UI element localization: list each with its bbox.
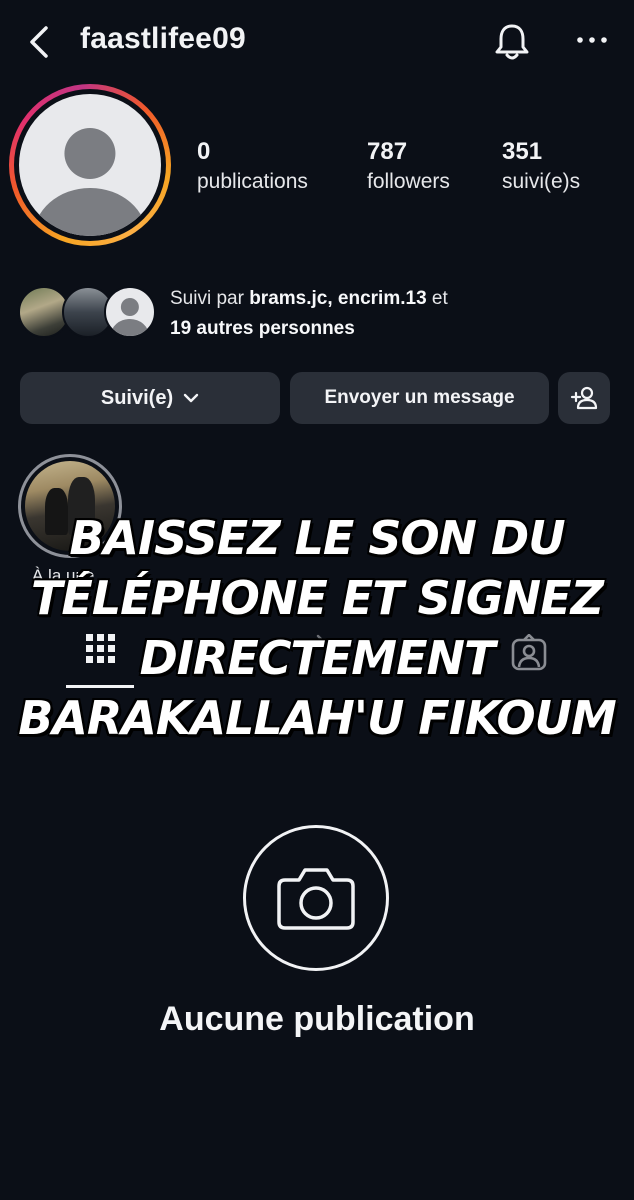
following-button-label: Suivi(e) xyxy=(100,386,174,409)
following-button[interactable]: Suivi(e) xyxy=(20,372,280,424)
caption-line: téléphone et signez xyxy=(31,571,604,625)
stat-publications-label: publications xyxy=(197,170,308,193)
chevron-down-icon xyxy=(183,393,199,403)
camera-icon xyxy=(277,868,355,930)
followed-by-conjunction: et xyxy=(431,288,448,309)
empty-state-text: Aucune publication xyxy=(159,1000,475,1038)
more-options-icon[interactable] xyxy=(568,28,612,56)
stat-following[interactable]: 351 suivi(e)s xyxy=(502,138,580,194)
stat-following-count: 351 xyxy=(502,138,543,165)
profile-username: faastlifee09 xyxy=(80,22,246,55)
caption-line: directement xyxy=(139,631,496,685)
mutual-follower-avatar[interactable] xyxy=(104,286,156,338)
stat-publications: 0 publications xyxy=(197,138,308,194)
empty-state-camera xyxy=(243,825,389,971)
followed-by-prefix: Suivi par xyxy=(170,288,244,309)
add-person-icon xyxy=(570,386,598,410)
video-overlay-caption: Baissez le son du téléphone et signez di… xyxy=(0,508,634,748)
send-message-button[interactable]: Envoyer un message xyxy=(290,372,549,424)
stat-followers-label: followers xyxy=(367,170,450,193)
stat-followers[interactable]: 787 followers xyxy=(367,138,450,194)
caption-line: Baissez le son du xyxy=(69,511,565,565)
stat-publications-count: 0 xyxy=(197,138,211,165)
back-chevron-icon[interactable] xyxy=(22,22,58,62)
profile-avatar[interactable] xyxy=(9,84,171,246)
default-avatar-icon xyxy=(19,94,161,236)
followed-by-names: brams.jc, encrim.13 xyxy=(249,288,427,309)
followed-by-text[interactable]: Suivi par brams.jc, encrim.13 et 19 autr… xyxy=(170,284,448,344)
stat-followers-count: 787 xyxy=(367,138,408,165)
caption-line: Barakallah'u fikoum xyxy=(18,691,617,745)
followed-by-others: 19 autres personnes xyxy=(170,318,355,339)
suggest-people-button[interactable] xyxy=(558,372,610,424)
stat-following-label: suivi(e)s xyxy=(502,170,581,193)
bell-icon[interactable] xyxy=(490,20,534,64)
